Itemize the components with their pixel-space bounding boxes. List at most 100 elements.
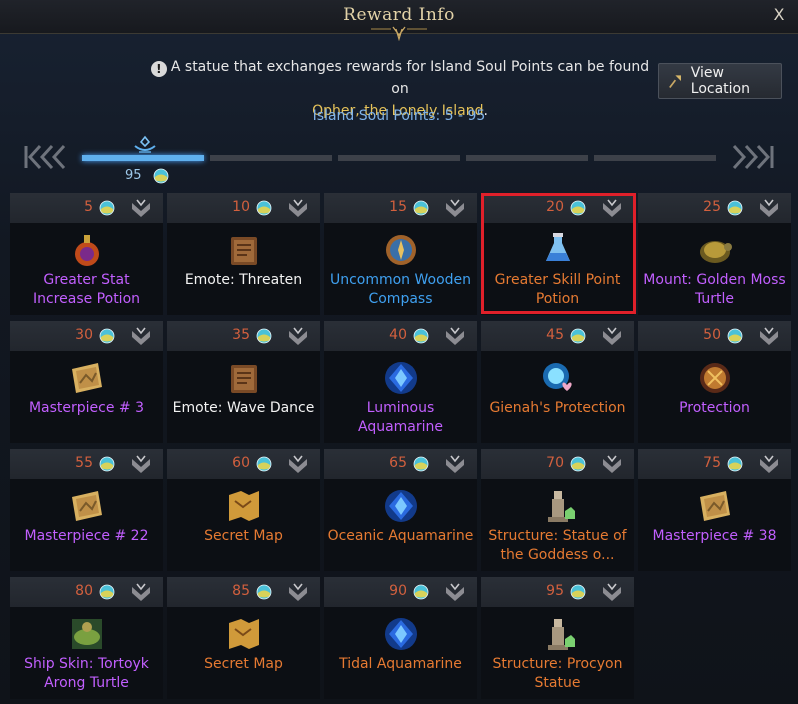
reward-card[interactable]: 85 Secret Map bbox=[167, 577, 320, 699]
reward-name: Greater Stat Increase Potion bbox=[32, 272, 141, 307]
soul-point-gem-icon bbox=[570, 328, 586, 344]
reward-card[interactable]: 35 Emote: Wave Dance bbox=[167, 321, 320, 443]
book-icon bbox=[231, 365, 257, 393]
soul-point-gem-icon bbox=[413, 328, 429, 344]
reward-name: Masterpiece # 3 bbox=[28, 400, 145, 416]
reward-points: 60 bbox=[232, 455, 250, 471]
reward-card[interactable]: 5 Greater Stat Increase Potion bbox=[10, 193, 163, 315]
reward-card[interactable]: 95 Structure: Procyon Statue bbox=[481, 577, 634, 699]
statue-icon bbox=[548, 619, 575, 650]
soul-point-gem-icon bbox=[413, 456, 429, 472]
soul-point-gem-icon bbox=[570, 584, 586, 600]
reward-name: Oceanic Aquamarine bbox=[327, 528, 474, 544]
reward-points: 20 bbox=[546, 199, 564, 215]
first-page-icon[interactable] bbox=[22, 142, 68, 172]
rank-emblem-icon bbox=[760, 327, 778, 345]
rank-emblem-icon bbox=[603, 327, 621, 345]
rank-emblem-icon bbox=[289, 583, 307, 601]
reward-card-header: 80 bbox=[10, 577, 163, 607]
reward-card[interactable]: 80 Ship Skin: Tortoyk Arong Turtle bbox=[10, 577, 163, 699]
reward-card-header: 70 bbox=[481, 449, 634, 479]
reward-points: 5 bbox=[84, 199, 93, 215]
current-points-value: 95 bbox=[125, 168, 142, 183]
reward-card[interactable]: 50 Protection bbox=[638, 321, 791, 443]
reward-card-header: 20 bbox=[481, 193, 634, 223]
reward-card-header: 10 bbox=[167, 193, 320, 223]
progress-segment-2 bbox=[210, 155, 332, 161]
reward-card-header: 50 bbox=[638, 321, 791, 351]
reward-card-header: 60 bbox=[167, 449, 320, 479]
compass-icon bbox=[386, 235, 416, 265]
reward-card[interactable]: 20 Greater Skill Point Potion bbox=[481, 193, 634, 315]
soul-points-range: Island Soul Points: 5 - 95 bbox=[312, 108, 486, 124]
potion-flask-icon bbox=[75, 235, 99, 266]
last-page-icon[interactable] bbox=[730, 142, 776, 172]
reward-points: 45 bbox=[546, 327, 564, 343]
aquamarine-icon bbox=[385, 362, 417, 394]
soul-point-gem-icon bbox=[413, 584, 429, 600]
reward-name: Mount: Golden Moss Turtle bbox=[643, 272, 786, 307]
soul-point-gem-icon bbox=[99, 584, 115, 600]
view-location-button[interactable]: View Location bbox=[658, 63, 782, 99]
reward-points: 80 bbox=[75, 583, 93, 599]
reward-card-header: 5 bbox=[10, 193, 163, 223]
reward-card[interactable]: 15 Uncommon Wooden Compass bbox=[324, 193, 477, 315]
soul-point-gem-icon bbox=[256, 200, 272, 216]
map-icon bbox=[229, 619, 259, 649]
painting-icon bbox=[72, 363, 102, 393]
reward-card[interactable]: 45 Gienah's Protection bbox=[481, 321, 634, 443]
reward-name: Greater Skill Point Potion bbox=[494, 272, 621, 307]
reward-points: 90 bbox=[389, 583, 407, 599]
reward-name: Tidal Aquamarine bbox=[339, 656, 462, 672]
progress-segment-4 bbox=[466, 155, 588, 161]
rank-emblem-icon bbox=[289, 327, 307, 345]
turtle-icon bbox=[700, 241, 732, 263]
soul-point-gem-icon bbox=[99, 200, 115, 216]
reward-card-header: 40 bbox=[324, 321, 477, 351]
map-icon bbox=[229, 491, 259, 521]
reward-points: 10 bbox=[232, 199, 250, 215]
reward-name: Structure: Procyon Statue bbox=[492, 656, 623, 691]
reward-card[interactable]: 90 Tidal Aquamarine bbox=[324, 577, 477, 699]
reward-card[interactable]: 65 Oceanic Aquamarine bbox=[324, 449, 477, 571]
reward-card[interactable]: 30 Masterpiece # 3 bbox=[10, 321, 163, 443]
reward-info-window: Reward Info X ! A statue that exchanges r… bbox=[0, 0, 798, 704]
reward-points: 95 bbox=[546, 583, 564, 599]
reward-name: Masterpiece # 38 bbox=[652, 528, 777, 544]
reward-card-header: 30 bbox=[10, 321, 163, 351]
reward-card[interactable]: 55 Masterpiece # 22 bbox=[10, 449, 163, 571]
reward-card-header: 45 bbox=[481, 321, 634, 351]
current-position-marker-icon bbox=[134, 135, 156, 153]
reward-card[interactable]: 25 Mount: Golden Moss Turtle bbox=[638, 193, 791, 315]
reward-card[interactable]: 10 Emote: Threaten bbox=[167, 193, 320, 315]
reward-points: 75 bbox=[703, 455, 721, 471]
title-bar: Reward Info X bbox=[0, 0, 798, 41]
reward-points: 35 bbox=[232, 327, 250, 343]
aquamarine-icon bbox=[385, 618, 417, 650]
reward-name: Gienah's Protection bbox=[489, 400, 626, 416]
reward-name: Secret Map bbox=[204, 656, 283, 672]
rank-emblem-icon bbox=[132, 583, 150, 601]
reward-card[interactable]: 60 Secret Map bbox=[167, 449, 320, 571]
reward-name: Secret Map bbox=[204, 528, 283, 544]
reward-card[interactable]: 75 Masterpiece # 38 bbox=[638, 449, 791, 571]
pin-icon bbox=[669, 75, 681, 89]
soul-point-gem-icon bbox=[570, 456, 586, 472]
rank-emblem-icon bbox=[289, 455, 307, 473]
close-button[interactable]: X bbox=[768, 4, 790, 26]
rank-emblem-icon bbox=[446, 327, 464, 345]
rank-emblem-icon bbox=[760, 455, 778, 473]
reward-card[interactable]: 70 Structure: Statue of the Goddess o... bbox=[481, 449, 634, 571]
reward-name: Luminous Aquamarine bbox=[357, 400, 444, 435]
rank-emblem-icon bbox=[603, 455, 621, 473]
window-title: Reward Info bbox=[343, 5, 455, 25]
progress-segment-5 bbox=[594, 155, 716, 161]
rank-emblem-icon bbox=[132, 199, 150, 217]
reward-card[interactable]: 40 Luminous Aquamarine bbox=[324, 321, 477, 443]
rune-stone-icon bbox=[700, 363, 730, 393]
progress-track: 95 bbox=[0, 130, 798, 188]
soul-point-gem-icon bbox=[413, 200, 429, 216]
reward-grid: 5 Greater Stat Increase Potion 10 Emote: Th… bbox=[10, 193, 791, 704]
soul-point-gem-icon bbox=[727, 200, 743, 216]
reward-name: Ship Skin: Tortoyk Arong Turtle bbox=[24, 656, 149, 691]
